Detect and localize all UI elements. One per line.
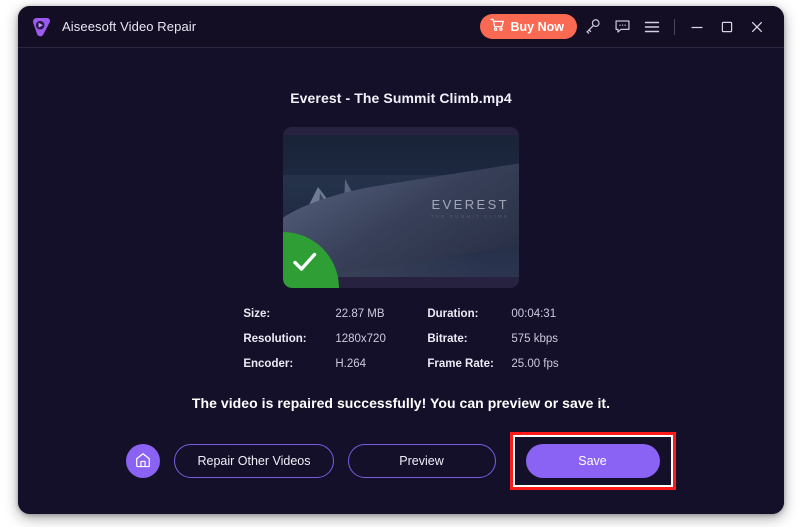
status-message: The video is repaired successfully! You … xyxy=(191,395,611,411)
titlebar-controls: Buy Now xyxy=(479,12,772,42)
titlebar-divider xyxy=(674,18,675,35)
meta-value-size: 22.87 MB xyxy=(335,308,385,320)
save-button-highlight-wrapper: Save xyxy=(509,432,676,490)
maximize-button[interactable] xyxy=(712,12,742,42)
meta-label-encoder: Encoder: xyxy=(243,358,294,370)
key-icon[interactable] xyxy=(577,12,607,42)
main-content: Everest - The Summit Climb.mp4 EVEREST T… xyxy=(18,48,784,514)
meta-value-resolution: 1280x720 xyxy=(335,333,386,345)
meta-label-duration: Duration: xyxy=(427,308,479,320)
video-thumbnail[interactable]: EVEREST THE SUMMIT CLIMB xyxy=(283,127,519,288)
chat-bubble-icon[interactable] xyxy=(607,12,637,42)
check-mark-icon xyxy=(292,251,318,278)
save-button[interactable]: Save xyxy=(525,444,660,478)
meta-label-bitrate: Bitrate: xyxy=(427,333,468,345)
home-button[interactable] xyxy=(126,444,161,478)
repair-other-videos-button[interactable]: Repair Other Videos xyxy=(174,444,334,478)
shopping-cart-icon xyxy=(489,18,505,35)
title-bar: Aiseesoft Video Repair Buy Now xyxy=(18,6,784,48)
video-metadata-table: Size: 22.87 MB Duration: 00:04:31 Resolu… xyxy=(243,308,558,370)
meta-value-encoder: H.264 xyxy=(335,358,367,370)
meta-label-frame-rate: Frame Rate: xyxy=(427,358,494,370)
meta-value-frame-rate: 25.00 fps xyxy=(511,358,559,370)
app-title: Aiseesoft Video Repair xyxy=(62,19,197,34)
app-window: Aiseesoft Video Repair Buy Now Everest -… xyxy=(18,6,784,514)
buy-now-button[interactable]: Buy Now xyxy=(479,14,577,39)
file-name-heading: Everest - The Summit Climb.mp4 xyxy=(290,90,512,106)
meta-value-duration: 00:04:31 xyxy=(511,308,557,320)
meta-value-bitrate: 575 kbps xyxy=(511,333,559,345)
preview-button[interactable]: Preview xyxy=(347,444,496,478)
meta-label-size: Size: xyxy=(243,308,271,320)
buy-now-label: Buy Now xyxy=(510,19,564,34)
home-icon xyxy=(134,451,152,472)
minimize-button[interactable] xyxy=(682,12,712,42)
meta-label-resolution: Resolution: xyxy=(243,333,307,345)
close-button[interactable] xyxy=(742,12,772,42)
hamburger-menu-icon[interactable] xyxy=(637,12,667,42)
action-button-row: Repair Other Videos Preview Save xyxy=(126,432,676,490)
aiseesoft-play-logo-icon xyxy=(30,16,52,38)
